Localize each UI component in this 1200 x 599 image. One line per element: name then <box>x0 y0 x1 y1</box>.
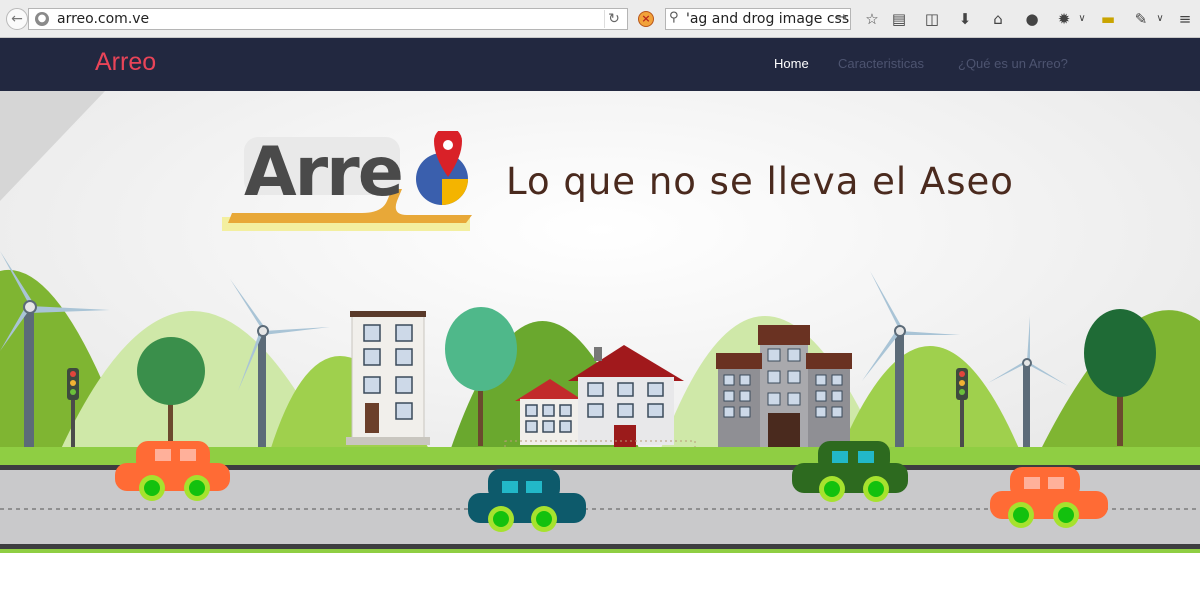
logo-text: Arre <box>244 133 404 212</box>
nav-caracteristicas[interactable]: Caracteristicas <box>838 56 924 71</box>
site-navbar: Arreo Home Caracteristicas ¿Qué es un Ar… <box>0 38 1200 91</box>
chat-icon[interactable]: ● <box>1022 9 1042 29</box>
arreo-logo: Arre <box>222 131 477 235</box>
search-go-icon[interactable]: → <box>836 10 847 25</box>
brand-logo-text[interactable]: Arreo <box>95 48 156 77</box>
nav-home[interactable]: Home <box>774 56 809 71</box>
bookmark-star-icon[interactable]: ☆ <box>862 9 882 29</box>
search-bar[interactable]: ⚲ 'ag and drog image css → <box>665 8 851 30</box>
reading-list-icon[interactable]: ▤ <box>889 9 909 29</box>
page-below-hero <box>0 553 1200 599</box>
browser-toolbar: ← ● arreo.com.ve ↻ × ⚲ 'ag and drog imag… <box>0 0 1200 38</box>
hero-tagline: Lo que no se lleva el Aseo <box>506 160 1014 203</box>
back-arrow-icon[interactable]: ← <box>6 8 28 30</box>
noscript-icon[interactable]: × <box>638 11 654 27</box>
chevron-down-icon[interactable]: ∨ <box>1150 9 1170 29</box>
download-icon[interactable]: ⬇ <box>955 9 975 29</box>
pocket-icon[interactable]: ◫ <box>922 9 942 29</box>
eyedropper-icon[interactable]: ✎ <box>1131 9 1151 29</box>
nav-que-es-arreo[interactable]: ¿Qué es un Arreo? <box>958 56 1068 71</box>
address-bar[interactable]: ● arreo.com.ve ↻ <box>28 8 628 30</box>
search-icon: ⚲ <box>669 10 679 25</box>
extension-icon[interactable]: ✹ <box>1054 9 1074 29</box>
site-info-icon[interactable]: ● <box>35 12 49 26</box>
chevron-down-icon[interactable]: ∨ <box>1072 9 1092 29</box>
home-icon[interactable]: ⌂ <box>988 9 1008 29</box>
apartment-building <box>346 311 430 445</box>
url-text[interactable]: arreo.com.ve <box>57 11 149 27</box>
menu-icon[interactable]: ≡ <box>1175 9 1195 29</box>
search-query[interactable]: 'ag and drog image css <box>686 11 849 27</box>
note-icon[interactable]: ▬ <box>1098 9 1118 29</box>
hero-banner: Arre Lo que no se lleva el Aseo <box>0 91 1200 553</box>
reload-icon[interactable]: ↻ <box>604 10 623 28</box>
